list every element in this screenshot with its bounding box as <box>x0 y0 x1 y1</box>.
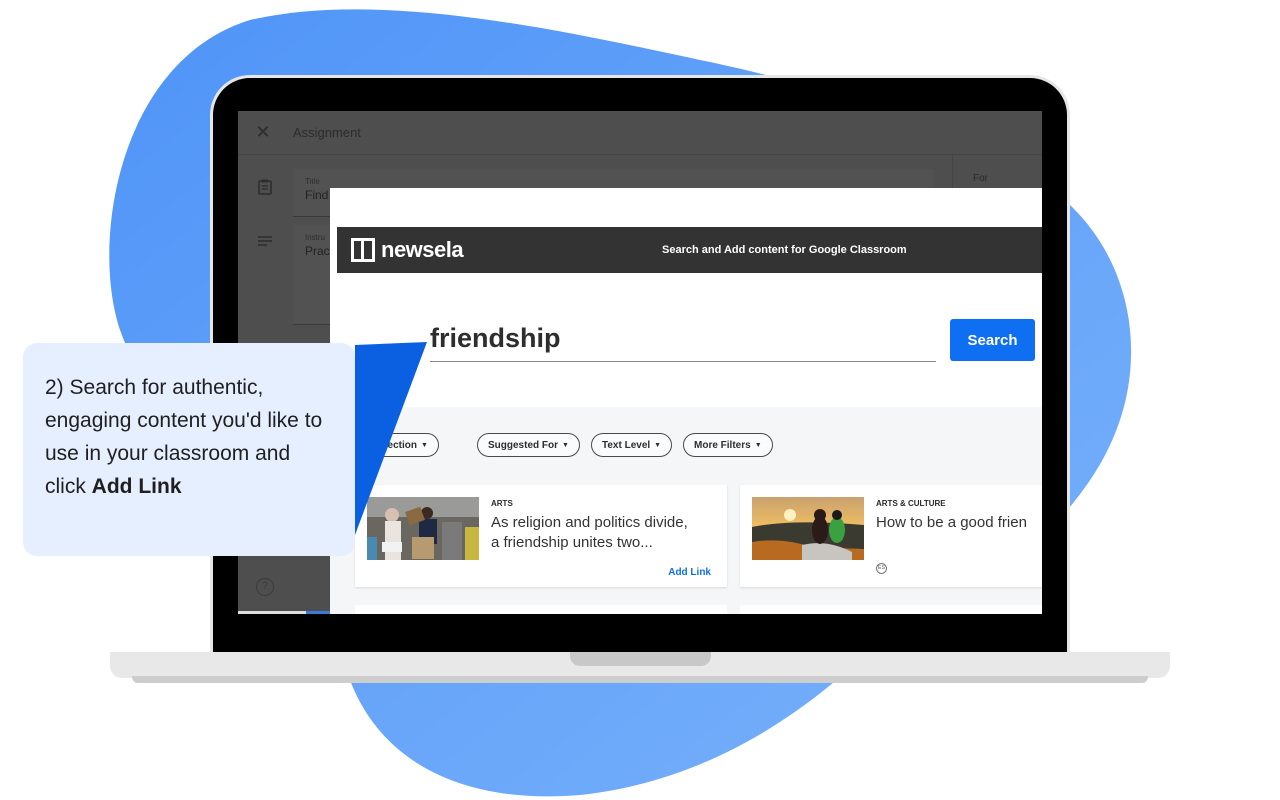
title-field-label: Title <box>305 177 320 186</box>
laptop-notch <box>570 652 711 666</box>
search-field <box>430 316 936 362</box>
close-icon[interactable]: ✕ <box>238 122 288 143</box>
newsela-bar-caption: Search and Add content for Google Classr… <box>662 244 907 256</box>
search-button[interactable]: Search <box>950 319 1035 361</box>
article-card-partial <box>355 605 727 614</box>
laptop-base-shadow <box>132 676 1148 683</box>
article-category: ARTS & CULTURE <box>876 499 946 508</box>
lines-icon <box>258 235 272 252</box>
newsela-logo-text: newsela <box>381 237 464 262</box>
article-title-line: a friendship unites two... <box>491 534 653 551</box>
newsela-logo-icon <box>351 238 375 262</box>
classroom-header-title: Assignment <box>293 125 361 140</box>
article-category: ARTS <box>491 499 513 508</box>
article-title-line: How to be a good frien <box>876 514 1027 531</box>
help-circle-icon[interactable]: ? <box>256 578 274 596</box>
article-title[interactable]: As religion and politics divide, a frien… <box>491 513 688 553</box>
filter-text-level[interactable]: Text Level ▼ <box>591 433 673 457</box>
article-thumbnail <box>752 497 864 560</box>
language-badge-icon: ES <box>876 563 887 574</box>
callout-text-prefix: 2) Search for authentic, engaging conten… <box>45 376 323 498</box>
caret-down-icon: ▼ <box>562 441 569 449</box>
callout-text-bold: Add Link <box>91 475 182 498</box>
article-title-line: As religion and politics divide, <box>491 514 688 531</box>
for-label: For <box>973 173 988 184</box>
caret-down-icon: ▼ <box>754 441 762 449</box>
add-link-button[interactable]: Add Link <box>668 567 711 578</box>
filter-label: Suggested For <box>488 439 559 451</box>
filter-label: More Filters <box>694 439 751 451</box>
filter-suggested-for[interactable]: Suggested For ▼ <box>477 433 580 457</box>
caret-down-icon: ▼ <box>654 441 662 449</box>
filter-more-filters[interactable]: More Filters ▼ <box>683 433 773 457</box>
filter-label: Text Level <box>602 439 651 451</box>
callout-text: 2) Search for authentic, engaging conten… <box>45 371 333 503</box>
instruction-callout: 2) Search for authentic, engaging conten… <box>23 343 355 556</box>
article-card-partial <box>740 605 1042 614</box>
search-input[interactable] <box>430 316 936 361</box>
classroom-header: ✕ Assignment <box>238 111 1042 155</box>
article-title[interactable]: How to be a good frien <box>876 513 1027 533</box>
article-card[interactable]: ARTS & CULTURE How to be a good frien ES <box>740 485 1042 587</box>
newsela-bar: newsela Search and Add content for Googl… <box>337 227 1042 273</box>
clipboard-icon <box>258 179 272 199</box>
